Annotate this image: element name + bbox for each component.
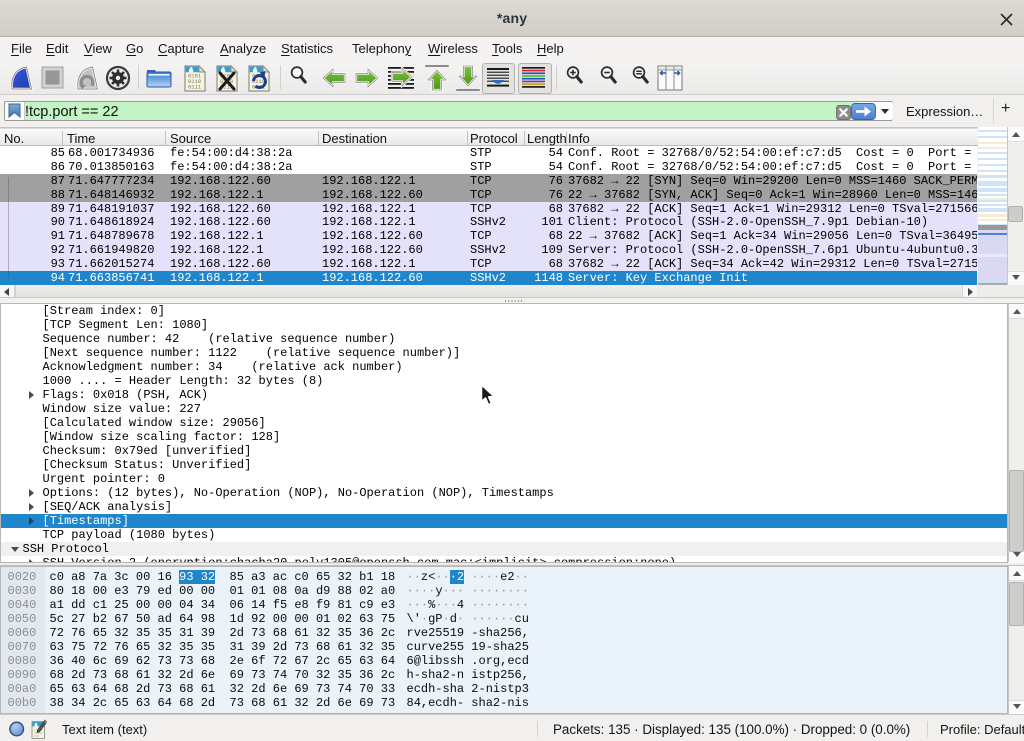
svg-text:0111: 0111 xyxy=(188,84,202,91)
